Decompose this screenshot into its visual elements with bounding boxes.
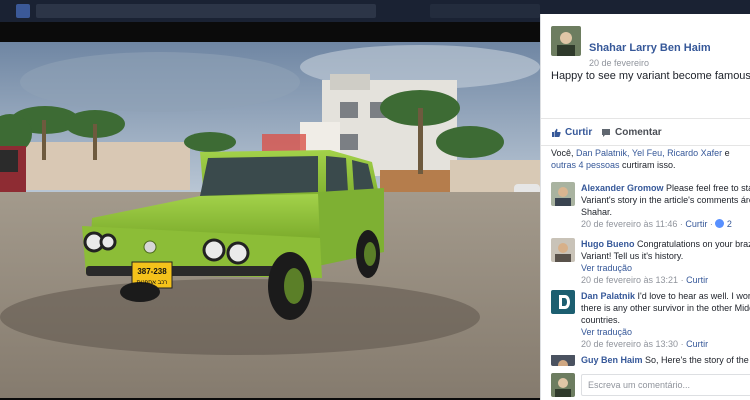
comment-like-link[interactable]: Curtir: [686, 275, 708, 285]
comment-text: Congratulations on your braz: [637, 239, 750, 249]
commenter-avatar[interactable]: [551, 182, 575, 206]
photo-viewer: 387-238 רכב אספנות: [0, 22, 540, 400]
top-bar-user-menu[interactable]: [430, 4, 540, 18]
post-actions-bar: Curtir Comentar: [541, 118, 750, 146]
comment-meta: 20 de fevereiro às 13:30 · Curtir: [581, 339, 709, 349]
comment-text-line2: there is any other survivor in the other…: [581, 303, 750, 313]
likes-suffix: curtiram isso.: [619, 160, 676, 170]
facebook-logo-icon[interactable]: [16, 4, 30, 18]
search-bar[interactable]: [36, 4, 376, 18]
commenter-avatar[interactable]: [551, 290, 575, 314]
comment-body: Guy Ben Haim So, Here's the story of the: [581, 354, 750, 366]
like-reaction-icon: [715, 219, 725, 228]
author-name-link[interactable]: Shahar Larry Ben Haim: [589, 42, 711, 54]
like-label: Curtir: [565, 127, 593, 138]
commenter-avatar[interactable]: [551, 354, 575, 366]
likes-conjunction: e: [722, 148, 730, 158]
commenter-avatar[interactable]: [551, 238, 575, 262]
comment-time[interactable]: 20 de fevereiro às 13:30: [581, 339, 678, 349]
translate-link[interactable]: Ver tradução: [581, 262, 750, 274]
post-text-content: Happy to see my variant become famous: [551, 70, 750, 82]
comment-composer: Escreva um comentário...: [551, 372, 750, 398]
comment-body: Alexander Gromow Please feel free to sta…: [581, 182, 750, 230]
commenter-name-link[interactable]: Hugo Bueno: [581, 239, 635, 249]
post-side-panel: Shahar Larry Ben Haim 20 de fevereiro Ha…: [540, 14, 750, 400]
like-button[interactable]: Curtir: [551, 127, 592, 138]
post-text: Happy to see my variant become famous: [551, 70, 750, 82]
comment-time[interactable]: 20 de fevereiro às 11:46: [581, 219, 677, 229]
thumbs-up-icon: [552, 128, 561, 137]
comment-icon: [602, 128, 610, 137]
commenter-name-link[interactable]: Dan Palatnik: [581, 291, 635, 301]
comment-input[interactable]: Escreva um comentário...: [581, 374, 750, 396]
post-date[interactable]: 20 de fevereiro: [589, 58, 649, 68]
likes-prefix: Você,: [551, 148, 577, 158]
comment-text-line3: Shahar.: [581, 207, 613, 217]
comment-text-line2: Variant! Tell us it's history.: [581, 251, 684, 261]
plate-subtitle: רכב אספנות: [137, 280, 168, 286]
comment-meta: 20 de fevereiro às 11:46 · Curtir · 2: [581, 219, 732, 229]
commenter-name-link[interactable]: Guy Ben Haim: [581, 355, 643, 365]
comment-meta: 20 de fevereiro às 13:21 · Curtir: [581, 275, 709, 285]
comment-body: Dan Palatnik I'd love to hear as well. I…: [581, 290, 750, 350]
comment-text: Please feel free to sta: [666, 183, 750, 193]
commenter-name-link[interactable]: Alexander Gromow: [581, 183, 664, 193]
car-photo: 387-238 רכב אספנות: [0, 42, 540, 398]
comment-text: So, Here's the story of the: [645, 355, 749, 365]
comment-time[interactable]: 20 de fevereiro às 13:21: [581, 275, 678, 285]
comment-label: Comentar: [615, 127, 662, 138]
comment-like-link[interactable]: Curtir: [686, 339, 708, 349]
comment-button[interactable]: Comentar: [601, 127, 662, 138]
comment-text: I'd love to hear as well. I wor: [637, 291, 750, 301]
current-user-avatar[interactable]: [551, 373, 575, 397]
comment-body: Hugo Bueno Congratulations on your braz …: [581, 238, 750, 286]
plate-number: 387-238: [137, 267, 167, 276]
comment-text-line2: Variant's story in the article's comment…: [581, 195, 750, 205]
translate-link[interactable]: Ver tradução: [581, 326, 750, 338]
author-avatar[interactable]: [551, 26, 581, 56]
likes-names-link[interactable]: Dan Palatnik, Yel Feu, Ricardo Xafer: [576, 148, 722, 158]
reaction-count[interactable]: 2: [727, 219, 732, 229]
comment-like-link[interactable]: Curtir: [685, 219, 707, 229]
likes-summary: Você, Dan Palatnik, Yel Feu, Ricardo Xaf…: [551, 147, 750, 171]
comment-text-line3: countries.: [581, 315, 621, 325]
likes-others-link[interactable]: outras 4 pessoas: [551, 160, 620, 170]
